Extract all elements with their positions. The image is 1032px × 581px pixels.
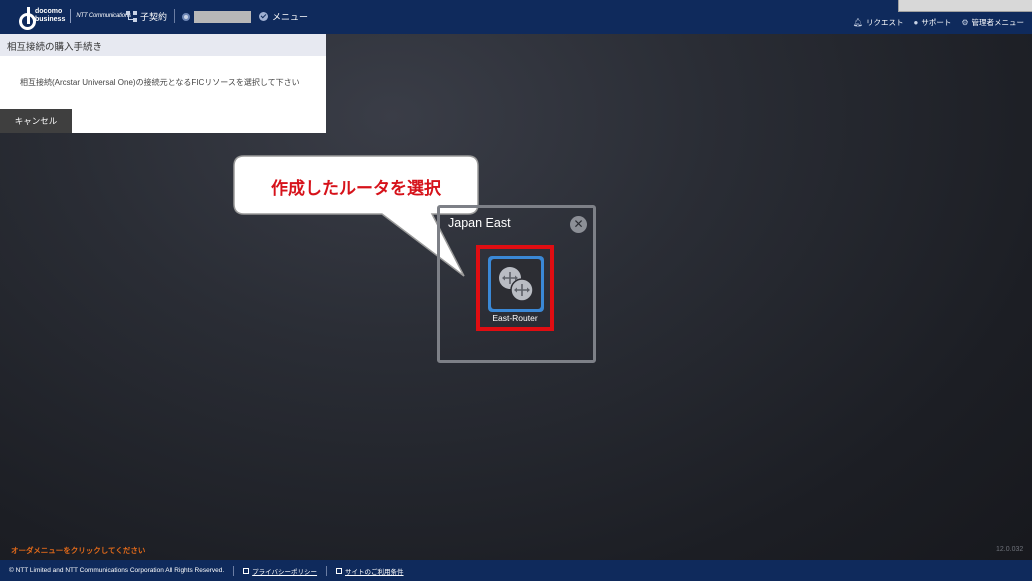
question-icon: ●	[913, 18, 919, 27]
support-label: サポート	[921, 18, 952, 27]
top-right-overlay-box	[898, 0, 1032, 12]
logo-text-top: docomo	[35, 7, 63, 15]
admin-menu-link[interactable]: ⚙ 管理者メニュー	[961, 17, 1024, 28]
gear-icon: ⚙	[961, 18, 969, 27]
admin-menu-label: 管理者メニュー	[971, 18, 1025, 27]
privacy-link[interactable]: プライバシーポリシー	[243, 566, 317, 576]
footer: © NTT Limited and NTT Communications Cor…	[0, 560, 1032, 581]
logo-text-bottom: business	[35, 15, 66, 23]
terms-link[interactable]: サイトのご利用条件	[336, 566, 404, 576]
close-icon[interactable]: ✕	[570, 216, 587, 233]
external-link-icon	[336, 567, 343, 574]
external-link-icon	[243, 567, 250, 574]
top-header: docomo business NTT Communications 子契約 メ…	[0, 0, 1032, 34]
bell-icon: 🔔︎	[852, 18, 863, 27]
contract-selector[interactable]: 子契約	[126, 10, 167, 23]
region-title: Japan East	[448, 216, 511, 230]
footer-divider	[326, 565, 328, 576]
copyright-text: © NTT Limited and NTT Communications Cor…	[9, 567, 225, 574]
account-radio-icon[interactable]	[182, 13, 190, 21]
privacy-label: プライバシーポリシー	[252, 568, 318, 576]
logo[interactable]: docomo business NTT Communications	[19, 7, 131, 30]
footer-divider	[233, 565, 235, 576]
contract-label: 子契約	[140, 12, 168, 22]
logo-divider	[70, 8, 72, 23]
header-divider	[174, 9, 175, 23]
ntt-logo-text: NTT Communications	[76, 12, 131, 19]
east-router-node[interactable]	[488, 256, 544, 312]
router-icon	[491, 259, 541, 309]
support-link[interactable]: ● サポート	[913, 17, 951, 28]
check-circle-icon	[259, 12, 268, 21]
cancel-button[interactable]: キャンセル	[0, 109, 72, 133]
menu-button[interactable]: メニュー	[259, 10, 308, 23]
masked-account-field	[194, 11, 251, 23]
request-link[interactable]: 🔔︎ リクエスト	[853, 17, 904, 28]
menu-label: メニュー	[272, 12, 309, 22]
request-label: リクエスト	[865, 18, 904, 27]
terms-label: サイトのご利用条件	[345, 568, 404, 576]
panel-title: 相互接続の購入手続き	[0, 34, 326, 56]
panel-instruction: 相互接続(Arcstar Universal One)の接続元となるFICリソー…	[20, 78, 300, 87]
router-label[interactable]: East-Router	[476, 313, 554, 323]
hierarchy-icon	[126, 11, 137, 22]
order-hint-text: オーダメニューをクリックしてください	[11, 546, 146, 555]
docomo-logo-icon	[19, 7, 36, 30]
version-text: 12.0.032	[996, 546, 1024, 553]
purchase-panel: 相互接続の購入手続き 相互接続(Arcstar Universal One)の接…	[0, 34, 326, 133]
header-right-nav: 🔔︎ リクエスト ● サポート ⚙ 管理者メニュー	[853, 17, 1024, 28]
